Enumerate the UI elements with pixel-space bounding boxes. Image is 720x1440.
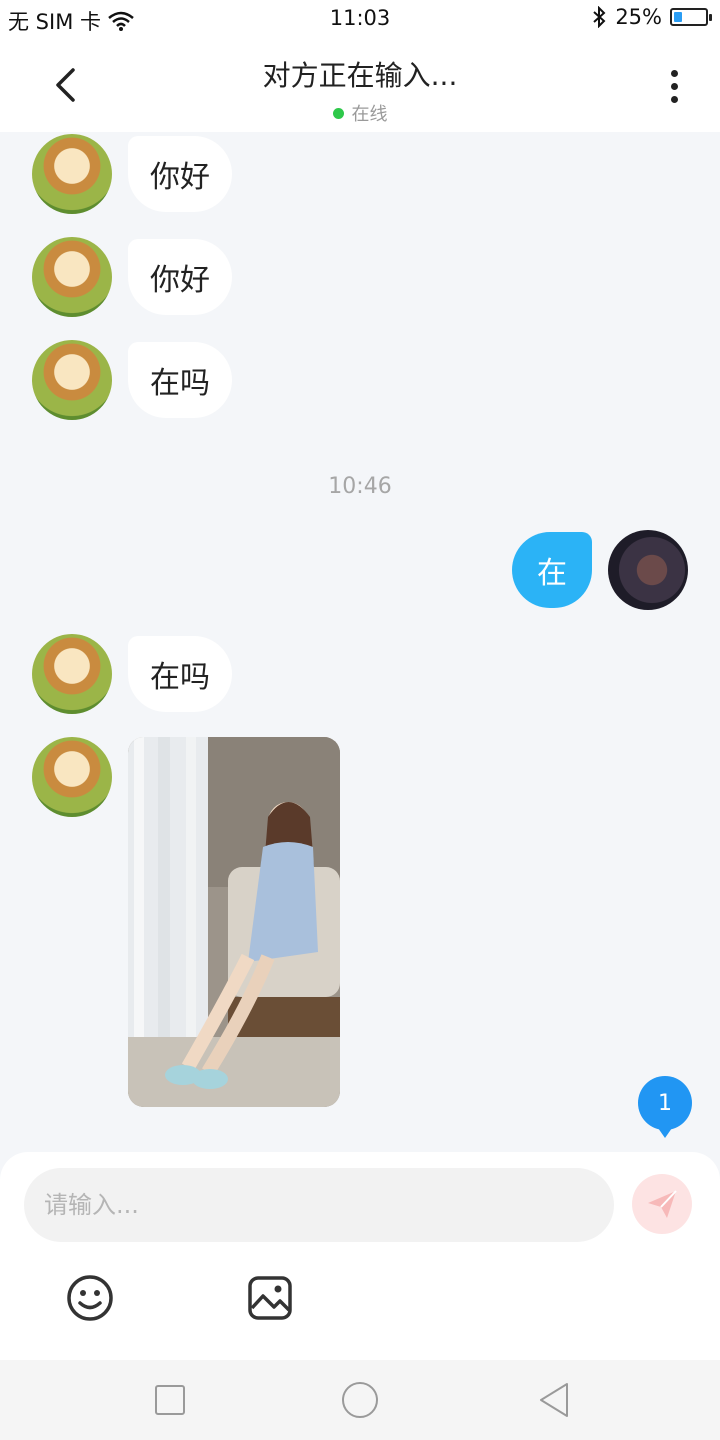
nav-recents-icon [155,1385,185,1415]
status-bar: 无 SIM 卡 11:03 25% [0,0,720,40]
status-right: 25% [591,5,712,29]
page-title: 对方正在输入... [262,59,458,92]
incoming-bubble[interactable]: 在吗 [128,342,232,418]
contact-avatar[interactable] [32,237,112,317]
more-icon-dot [670,95,678,103]
more-icon-dot [670,69,678,77]
contact-avatar[interactable] [32,340,112,420]
image-message-picture [128,737,340,1107]
incoming-bubble[interactable]: 你好 [128,239,232,315]
message-list[interactable]: 你好 你好 在吗 10:46 在 在吗 1 [0,132,720,1152]
chat-header: 对方正在输入... 在线 [0,40,720,132]
incoming-bubble[interactable]: 在吗 [128,636,232,712]
message-row: 在吗 [0,634,720,714]
battery-percent: 25% [615,5,662,29]
emoji-button[interactable] [66,1274,114,1322]
battery-icon [670,8,712,26]
bluetooth-icon [593,6,606,28]
more-icon-dot [670,82,678,90]
outgoing-bubble[interactable]: 在 [512,532,592,608]
send-icon [648,1190,677,1218]
nav-back-icon [540,1383,568,1417]
header-title-group: 对方正在输入... 在线 [0,54,720,126]
image-icon [248,1276,292,1320]
message-timestamp: 10:46 [328,474,392,499]
online-status: 在线 [0,100,720,126]
incoming-bubble[interactable]: 你好 [128,136,232,212]
nav-recents-button[interactable] [150,1380,190,1420]
battery-fill [674,12,682,22]
message-row: 你好 [0,134,720,214]
message-input[interactable] [24,1168,614,1242]
contact-avatar[interactable] [32,634,112,714]
image-message[interactable] [128,737,340,1107]
message-row [0,737,720,1112]
online-dot-icon [332,107,344,119]
unread-count-badge[interactable]: 1 [638,1076,692,1138]
message-row: 在吗 [0,340,720,420]
contact-avatar[interactable] [32,737,112,817]
send-button[interactable] [632,1174,692,1234]
nav-home-button[interactable] [340,1380,380,1420]
composer-panel [0,1152,720,1360]
contact-avatar[interactable] [32,134,112,214]
emoji-icon [67,1275,113,1321]
more-button[interactable] [654,64,694,108]
message-row: 在 [0,530,720,610]
image-picker-button[interactable] [246,1274,294,1322]
chat-screen: 无 SIM 卡 11:03 25% 对方正在输入... 在线 你好 你好 在吗 … [0,0,720,1440]
online-status-label: 在线 [351,104,388,125]
message-row: 你好 [0,237,720,317]
my-avatar[interactable] [608,530,688,610]
nav-back-button[interactable] [534,1380,574,1420]
system-nav-bar [0,1360,720,1440]
nav-home-icon [342,1382,378,1418]
